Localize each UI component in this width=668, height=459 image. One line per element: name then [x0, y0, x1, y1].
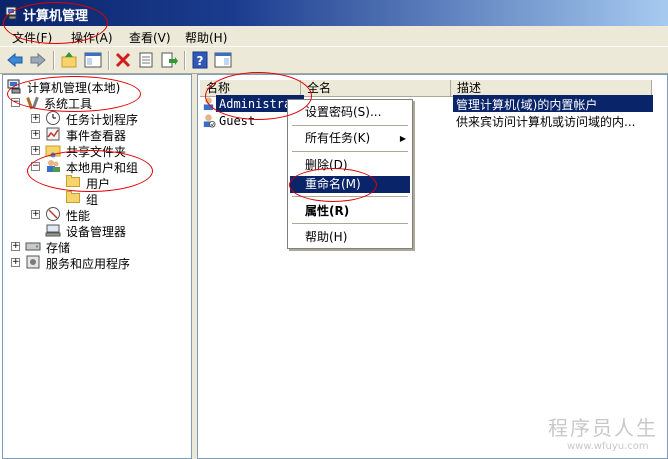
- device-manager-icon: [45, 224, 61, 237]
- back-icon[interactable]: [6, 51, 24, 69]
- user-icon: [203, 97, 214, 111]
- shared-folder-icon: [45, 145, 61, 158]
- tree-root-label: 计算机管理(本地): [27, 81, 121, 95]
- user-row-guest[interactable]: Guest 供来宾访问计算机或访问域的内...: [200, 112, 650, 129]
- menu-help-item[interactable]: 帮助(H): [290, 229, 410, 246]
- expand-icon[interactable]: +: [31, 130, 40, 139]
- folder-icon: [65, 174, 81, 190]
- tree-groups-label: 组: [86, 193, 99, 207]
- menu-delete[interactable]: 删除(D): [290, 157, 410, 174]
- menu-help[interactable]: 帮助(H): [185, 29, 227, 46]
- title-bar: 计算机管理: [0, 0, 668, 26]
- toolbar-separator: [53, 51, 55, 70]
- users-group-icon: [47, 160, 60, 172]
- tree-device-manager-label: 设备管理器: [66, 225, 127, 239]
- collapse-icon[interactable]: −: [11, 98, 20, 107]
- toolbar-separator: [108, 51, 110, 70]
- event-viewer-icon: [46, 127, 60, 141]
- menu-all-tasks[interactable]: 所有任务(K) ▶: [290, 130, 410, 147]
- user-name: Guest: [219, 114, 256, 128]
- computer-management-icon: [7, 79, 21, 94]
- up-folder-icon[interactable]: [60, 51, 78, 69]
- performance-icon: [46, 207, 60, 221]
- help-icon[interactable]: ?: [191, 51, 209, 69]
- properties-icon[interactable]: [137, 51, 155, 69]
- tree-shared-folders-label: 共享文件夹: [66, 145, 127, 159]
- folder-icon: [65, 190, 81, 206]
- show-hide-tree-icon[interactable]: [84, 51, 102, 69]
- toolbar-separator: [184, 51, 186, 70]
- menu-properties[interactable]: 属性(R): [290, 203, 410, 220]
- menu-action[interactable]: 操作(A): [71, 29, 113, 46]
- expand-icon[interactable]: +: [31, 146, 40, 155]
- menu-separator: [292, 196, 408, 197]
- menu-separator: [292, 125, 408, 126]
- tree-task-scheduler-label: 任务计划程序: [66, 113, 139, 127]
- user-disabled-icon: [203, 114, 216, 128]
- clock-icon: [46, 111, 60, 125]
- forward-icon[interactable]: [29, 51, 47, 69]
- watermark-text: 程序员人生: [548, 416, 658, 440]
- expand-icon[interactable]: +: [31, 210, 40, 219]
- expand-icon[interactable]: +: [31, 114, 40, 123]
- context-menu: 设置密码(S)... 所有任务(K) ▶ 删除(D) 重命名(M) 属性(R) …: [287, 99, 413, 249]
- svg-text:?: ?: [197, 54, 204, 68]
- menu-separator: [292, 223, 408, 224]
- window-title: 计算机管理: [23, 9, 89, 24]
- menu-bar: 文件(F) 操作(A) 查看(V) 帮助(H): [0, 26, 668, 46]
- menu-separator: [292, 151, 408, 152]
- menu-set-password[interactable]: 设置密码(S)...: [290, 104, 410, 121]
- tools-icon: [26, 96, 39, 110]
- menu-all-tasks-label: 所有任务(K): [305, 131, 371, 145]
- menu-file[interactable]: 文件(F): [12, 29, 52, 46]
- tree-users-label: 用户: [86, 177, 111, 191]
- menu-view[interactable]: 查看(V): [129, 29, 171, 46]
- action-pane-icon[interactable]: [214, 51, 232, 69]
- services-icon: [26, 255, 40, 269]
- watermark-url: www.wfuyu.com: [567, 441, 649, 452]
- delete-icon[interactable]: [114, 51, 132, 69]
- expand-icon[interactable]: +: [11, 242, 20, 251]
- tree-storage-label: 存储: [46, 241, 71, 255]
- user-row-administrator[interactable]: Administrator 管理计算机(域)的内置帐户: [200, 95, 653, 112]
- user-description: 管理计算机(域)的内置帐户: [456, 98, 598, 112]
- toolbar: ?: [0, 46, 668, 74]
- storage-icon: [25, 242, 41, 251]
- tree-services-apps-label: 服务和应用程序: [46, 257, 131, 271]
- tree-performance-label: 性能: [66, 209, 91, 223]
- computer-management-icon: [5, 6, 17, 20]
- collapse-icon[interactable]: −: [31, 162, 40, 171]
- console-tree[interactable]: 计算机管理(本地) − 系统工具 + 任务计划程序 + 事件查看器 + 共享文件…: [2, 74, 192, 459]
- menu-rename[interactable]: 重命名(M): [290, 176, 410, 193]
- user-description: 供来宾访问计算机或访问域的内...: [456, 115, 636, 129]
- user-list-pane[interactable]: 名称 全名 描述 Administrator 管理计算机(域)的内置帐户 Gue…: [197, 74, 668, 459]
- export-list-icon[interactable]: [160, 51, 178, 69]
- tree-event-viewer-label: 事件查看器: [66, 129, 127, 143]
- submenu-arrow-icon: ▶: [399, 134, 406, 143]
- expand-icon[interactable]: +: [11, 258, 20, 267]
